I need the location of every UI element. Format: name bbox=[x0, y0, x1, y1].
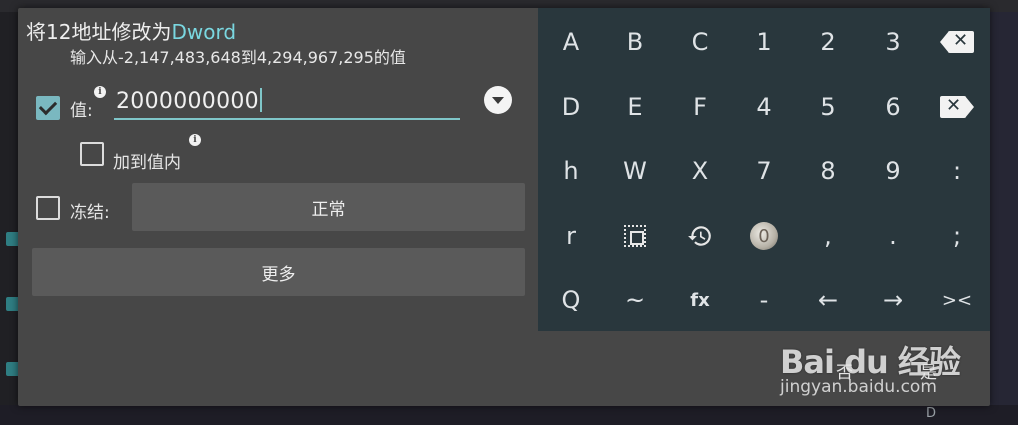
key-4[interactable]: 4 bbox=[732, 75, 796, 139]
key-x[interactable]: X bbox=[668, 139, 732, 203]
backspace-key[interactable]: ✕ bbox=[925, 10, 989, 74]
background-letter: D bbox=[925, 406, 936, 421]
dialog-title: 将12地址修改为Dword bbox=[26, 16, 236, 45]
key-8[interactable]: 8 bbox=[796, 139, 860, 203]
key-e[interactable]: E bbox=[603, 75, 667, 139]
key-period[interactable]: . bbox=[861, 204, 925, 268]
freeze-mode-button[interactable]: 正常 bbox=[132, 183, 525, 231]
history-key[interactable] bbox=[668, 204, 732, 268]
key-colon[interactable]: : bbox=[925, 139, 989, 203]
key-w[interactable]: W bbox=[603, 139, 667, 203]
hex-keyboard: A B C 1 2 3 ✕ D E F 4 5 6 ✕ h W X 7 8 9 … bbox=[538, 8, 990, 331]
value-label: 值: bbox=[70, 101, 93, 121]
key-7[interactable]: 7 bbox=[732, 139, 796, 203]
dialog-title-prefix: 将12地址修改为 bbox=[26, 20, 172, 44]
background-bottom-row bbox=[0, 405, 1018, 425]
baidu-jingyan-watermark: Bai du 经验 jingyan.baidu.com bbox=[780, 315, 980, 405]
key-6[interactable]: 6 bbox=[861, 75, 925, 139]
value-range-hint: 输入从-2,147,483,648到4,294,967,295的值 bbox=[70, 48, 406, 67]
key-5[interactable]: 5 bbox=[796, 75, 860, 139]
history-icon bbox=[688, 226, 711, 246]
key-a[interactable]: A bbox=[539, 10, 603, 74]
value-input-text: 2000000000 bbox=[116, 89, 259, 114]
background-right-edge bbox=[990, 12, 1018, 425]
key-b[interactable]: B bbox=[603, 10, 667, 74]
key-9[interactable]: 9 bbox=[861, 139, 925, 203]
key-h[interactable]: h bbox=[539, 139, 603, 203]
key-fx[interactable]: fx bbox=[668, 268, 732, 332]
backspace-icon: ✕ bbox=[940, 30, 974, 53]
freeze-checkbox[interactable] bbox=[36, 196, 60, 220]
more-button[interactable]: 更多 bbox=[32, 248, 525, 296]
key-f[interactable]: F bbox=[668, 75, 732, 139]
key-semicolon[interactable]: ; bbox=[925, 204, 989, 268]
text-caret bbox=[259, 88, 262, 112]
key-2[interactable]: 2 bbox=[796, 10, 860, 74]
add-to-value-checkbox[interactable] bbox=[80, 142, 104, 166]
dialog-title-type: Dword bbox=[171, 20, 237, 44]
key-0[interactable]: 0 bbox=[732, 204, 796, 268]
key-c[interactable]: C bbox=[668, 10, 732, 74]
key-tilde[interactable]: ~ bbox=[603, 268, 667, 332]
key-1[interactable]: 1 bbox=[732, 10, 796, 74]
watermark-url: jingyan.baidu.com bbox=[780, 377, 937, 397]
select-all-key[interactable] bbox=[603, 204, 667, 268]
value-input[interactable]: 2000000000 bbox=[114, 88, 460, 120]
info-icon[interactable]: i bbox=[189, 134, 201, 146]
info-icon[interactable]: i bbox=[94, 86, 106, 98]
key-0-pressed: 0 bbox=[750, 222, 778, 250]
key-q[interactable]: Q bbox=[539, 268, 603, 332]
dropdown-icon[interactable] bbox=[484, 86, 512, 114]
key-r[interactable]: r bbox=[539, 204, 603, 268]
freeze-label: 冻结: bbox=[70, 203, 110, 223]
clear-key[interactable]: ✕ bbox=[925, 75, 989, 139]
key-comma[interactable]: , bbox=[796, 204, 860, 268]
key-3[interactable]: 3 bbox=[861, 10, 925, 74]
key-d[interactable]: D bbox=[539, 75, 603, 139]
select-all-icon bbox=[624, 225, 646, 247]
add-to-value-label: 加到值内 bbox=[113, 153, 181, 173]
value-checkbox[interactable] bbox=[36, 96, 60, 120]
backspace-icon: ✕ bbox=[940, 95, 974, 118]
